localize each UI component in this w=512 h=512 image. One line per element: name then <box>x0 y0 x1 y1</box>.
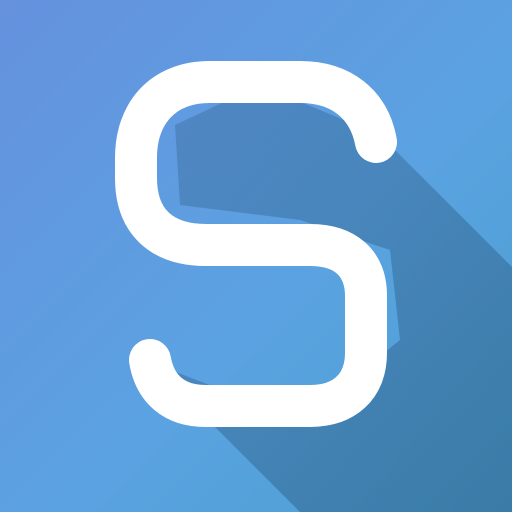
letter-s-app-icon <box>0 0 512 512</box>
app-icon <box>0 0 512 512</box>
